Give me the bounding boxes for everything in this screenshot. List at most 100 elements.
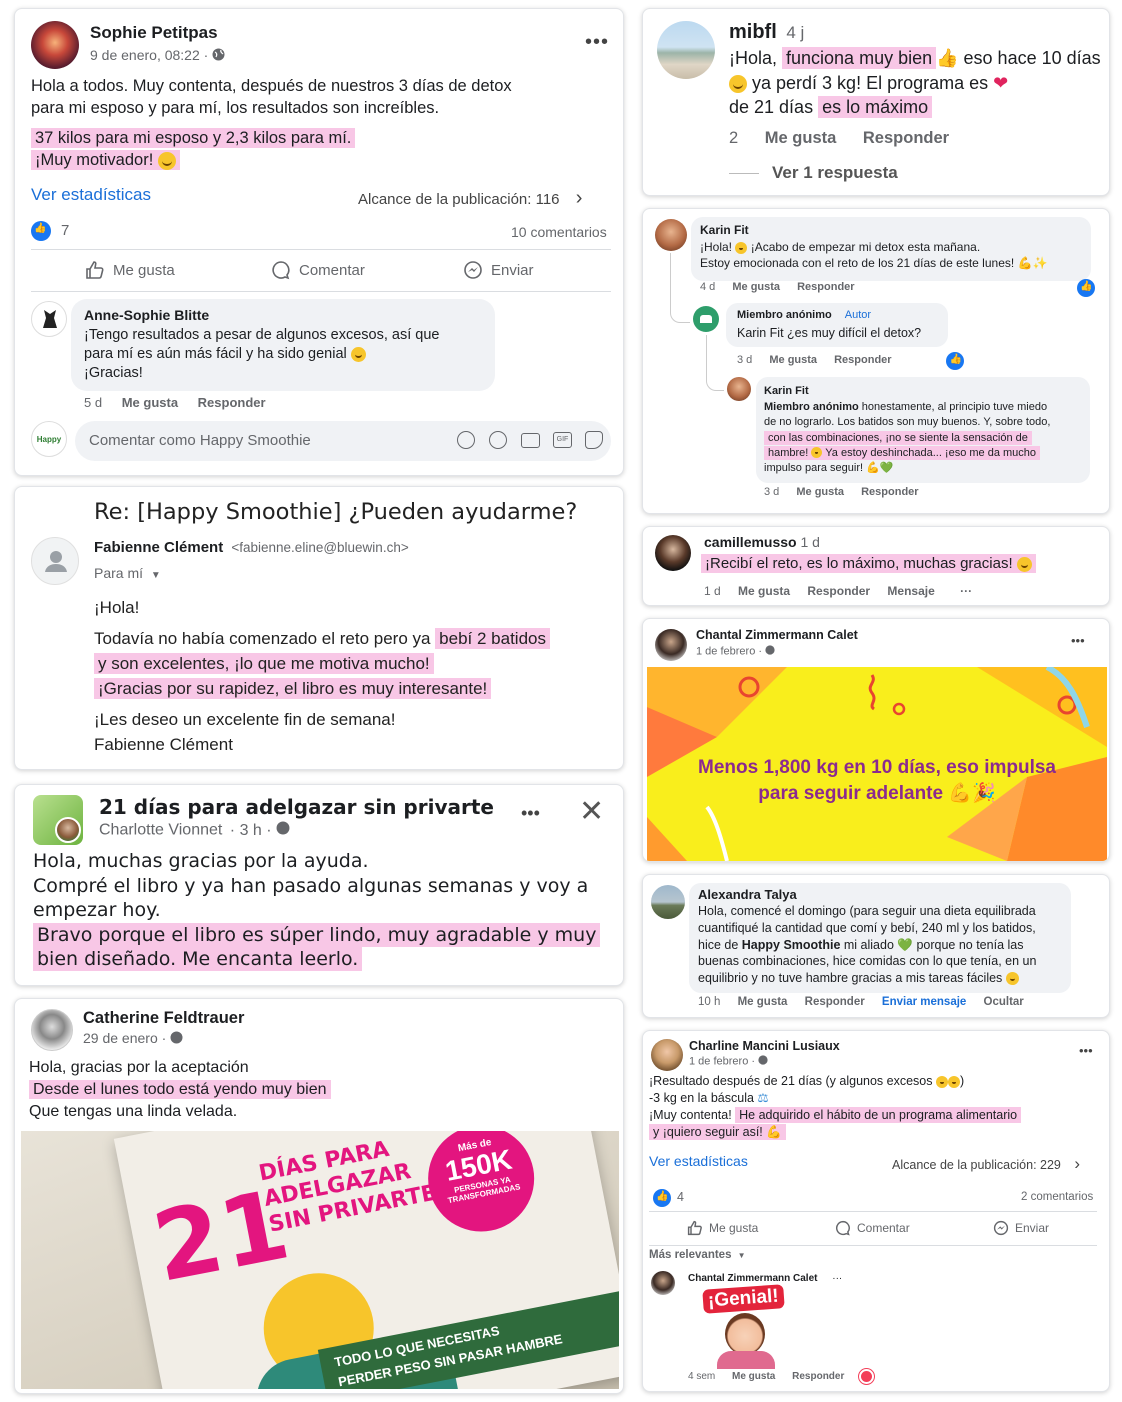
reply-link[interactable]: Responder	[792, 1371, 844, 1382]
author-name[interactable]: Charlotte Vionnet	[99, 822, 222, 839]
like-link[interactable]: Me gusta	[796, 486, 844, 498]
brand-mention[interactable]: Happy Smoothie	[742, 938, 841, 952]
comment-line: honestamente, al principio tuve miedo	[858, 401, 1048, 413]
like-link[interactable]: Me gusta	[732, 1371, 775, 1382]
more-options-icon[interactable]: •••	[1071, 633, 1085, 648]
commenter-name[interactable]: Anne-Sophie Blitte	[84, 307, 209, 323]
commenter-line: camillemusso 1 d	[704, 534, 820, 550]
globe-icon	[170, 1031, 183, 1047]
page-avatar[interactable]: Happy	[31, 421, 67, 457]
green-heart-icon: 💚	[879, 462, 894, 475]
more-options-icon[interactable]: ···	[960, 584, 972, 598]
like-count[interactable]: 4	[677, 1190, 684, 1204]
body-line: empezar hoy.	[33, 899, 161, 921]
send-button[interactable]: Enviar	[993, 1220, 1049, 1236]
like-count[interactable]: 7	[61, 222, 69, 239]
chevron-right-icon[interactable]: ›	[1074, 1154, 1080, 1173]
avatar[interactable]	[31, 21, 79, 69]
like-button[interactable]: Me gusta	[687, 1220, 758, 1236]
emoji-icon[interactable]	[489, 431, 507, 449]
anonymous-avatar[interactable]	[693, 306, 719, 332]
stats-link[interactable]: Ver estadísticas	[649, 1153, 748, 1169]
reply-link[interactable]: Responder	[861, 486, 918, 498]
avatar[interactable]	[655, 535, 691, 571]
comment-reply-link[interactable]: Responder	[198, 395, 266, 410]
author-name[interactable]: Chantal Zimmermann Calet	[696, 628, 858, 642]
avatar-sticker-icon[interactable]	[457, 431, 475, 449]
post-reach-text: Alcance de la publicación: 116	[358, 191, 560, 208]
reply-link[interactable]: Responder	[863, 129, 949, 147]
divider	[31, 291, 611, 292]
book-photo[interactable]: 21 DÍAS PARA ADELGAZAR SIN PRIVARTE Más …	[21, 1131, 619, 1389]
commenter-name[interactable]: Karin Fit	[764, 385, 809, 397]
avatar[interactable]	[651, 1271, 675, 1295]
mention[interactable]: Miembro anónimo	[764, 401, 859, 413]
comment-count[interactable]: 2 comentarios	[1021, 1191, 1093, 1203]
comment-like-link[interactable]: Me gusta	[122, 395, 178, 410]
reply-link[interactable]: Responder	[797, 281, 854, 293]
comment-input-placeholder: Comentar como Happy Smoothie	[89, 432, 311, 449]
more-options-icon[interactable]: •••	[1079, 1043, 1093, 1058]
message-link[interactable]: Mensaje	[887, 584, 934, 598]
view-replies-link[interactable]: Ver 1 respuesta	[772, 163, 898, 183]
group-avatar[interactable]	[33, 795, 83, 845]
send-message-link[interactable]: Enviar mensaje	[882, 996, 966, 1008]
close-icon[interactable]: ✕	[579, 797, 604, 827]
camera-icon[interactable]	[521, 433, 540, 448]
sticker-icon[interactable]	[585, 431, 603, 449]
sender-avatar[interactable]	[31, 537, 79, 585]
avatar[interactable]	[651, 885, 685, 919]
more-options-icon[interactable]: •••	[585, 31, 609, 54]
post-card-catherine: Catherine Feldtrauer 29 de enero · Hola,…	[14, 998, 624, 1394]
author-name[interactable]: Catherine Feldtrauer	[83, 1009, 244, 1028]
like-link[interactable]: Me gusta	[765, 129, 837, 147]
commenter-name[interactable]: camillemusso	[704, 534, 797, 550]
like-link[interactable]: Me gusta	[769, 354, 817, 366]
stats-link[interactable]: Ver estadísticas	[31, 185, 151, 205]
commenter-name[interactable]: Karin Fit	[700, 223, 749, 237]
sender-name[interactable]: Fabienne Clément	[94, 539, 223, 556]
sort-dropdown[interactable]: Más relevantes ▼	[649, 1249, 746, 1261]
avatar[interactable]	[727, 377, 751, 401]
recipient-dropdown[interactable]: Para mí ▼	[94, 565, 161, 581]
avatar[interactable]	[31, 301, 67, 337]
more-options-icon[interactable]: ···	[832, 1273, 842, 1284]
commenter-name[interactable]: Alexandra Talya	[698, 887, 797, 902]
chevron-right-icon[interactable]: ›	[576, 187, 583, 209]
author-name[interactable]: Charline Mancini Lusiaux	[689, 1039, 840, 1053]
post-reach: Alcance de la publicación: 116 ›	[358, 187, 582, 210]
gif-icon[interactable]: GIF	[553, 432, 572, 448]
globe-icon	[765, 645, 775, 658]
author-name[interactable]: Sophie Petitpas	[90, 23, 218, 43]
email-signature: Fabienne Clément	[94, 735, 233, 754]
like-link[interactable]: Me gusta	[738, 996, 788, 1008]
post-date-text: 1 de febrero ·	[689, 1055, 756, 1068]
anonymous-name[interactable]: Miembro anónimo	[737, 309, 832, 321]
comment-input[interactable]: Comentar como Happy Smoothie GIF	[75, 421, 611, 461]
more-options-icon[interactable]: •••	[521, 803, 540, 824]
send-button-label: Enviar	[1015, 1221, 1050, 1235]
comment-count[interactable]: 10 comentarios	[511, 224, 607, 240]
group-title[interactable]: 21 días para adelgazar sin privarte	[99, 795, 494, 819]
avatar[interactable]	[655, 219, 687, 251]
comment-button-label: Comentar	[857, 1221, 910, 1235]
highlighted-text: hambre!	[768, 446, 809, 459]
avatar[interactable]	[657, 21, 715, 79]
reply-link[interactable]: Responder	[805, 996, 865, 1008]
send-button[interactable]: Enviar	[463, 260, 534, 280]
comment-button-label: Comentar	[299, 261, 365, 279]
like-button[interactable]: Me gusta	[85, 260, 175, 280]
hide-link[interactable]: Ocultar	[984, 996, 1024, 1008]
like-link[interactable]: Me gusta	[732, 281, 780, 293]
avatar[interactable]	[655, 629, 687, 661]
reply-link[interactable]: Responder	[807, 584, 870, 598]
avatar[interactable]	[651, 1039, 683, 1071]
author-name[interactable]: mibfl	[729, 21, 777, 43]
avatar[interactable]	[31, 1009, 73, 1051]
commenter-name-text[interactable]: Chantal Zimmermann Calet	[688, 1273, 817, 1284]
comment-button[interactable]: Comentar	[835, 1220, 910, 1236]
like-link[interactable]: Me gusta	[738, 584, 790, 598]
comment-button[interactable]: Comentar	[271, 260, 365, 280]
party-popper-icon: 🎉	[972, 783, 996, 804]
reply-link[interactable]: Responder	[834, 354, 891, 366]
